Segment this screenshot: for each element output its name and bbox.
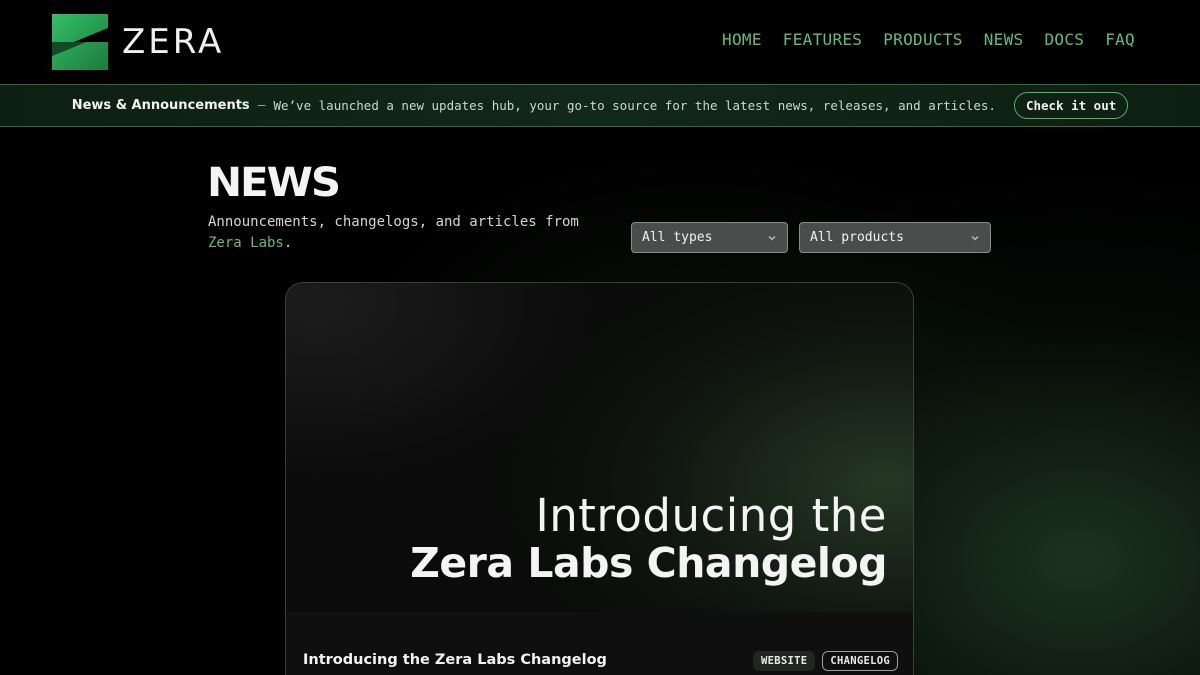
announcement-bar: News & Announcements — We’ve launched a … [0,84,1200,127]
announcement-text: We’ve launched a new updates hub, your g… [273,98,996,113]
site-header: ZERA HOME FEATURES PRODUCTS NEWS DOCS FA… [0,0,1200,84]
type-filter-value: All types [642,230,713,245]
check-it-out-button[interactable]: Check it out [1013,92,1129,119]
tag-website[interactable]: WEBSITE [753,651,816,671]
chevron-down-icon [971,235,979,240]
nav-faq[interactable]: FAQ [1105,30,1135,49]
nav-features[interactable]: FEATURES [783,30,862,49]
nav-home[interactable]: HOME [722,30,762,49]
logo[interactable]: ZERA [52,14,224,70]
announcement-separator: — [257,98,266,113]
card-title[interactable]: Introducing the Zera Labs Changelog [303,652,607,668]
chevron-down-icon [768,235,776,240]
page-subtitle: Announcements, changelogs, and articles … [208,212,608,254]
zera-labs-link[interactable]: Zera Labs [208,235,284,251]
hero-heading-line2: Zera Labs Changelog [410,539,887,587]
nav-docs[interactable]: DOCS [1044,30,1084,49]
announcement-title: News & Announcements [71,98,250,113]
card-tags: WEBSITE CHANGELOG [753,651,898,671]
hero-heading-line1: Introducing the [535,489,887,542]
nav-products[interactable]: PRODUCTS [883,30,962,49]
product-filter-value: All products [810,230,904,245]
type-filter-select[interactable]: All types [631,222,788,253]
main-nav: HOME FEATURES PRODUCTS NEWS DOCS FAQ [722,30,1135,49]
tag-changelog[interactable]: CHANGELOG [822,651,898,671]
subtitle-period: . [283,235,293,251]
subtitle-text: Announcements, changelogs, and articles … [208,214,579,230]
page-title: NEWS [207,160,341,206]
nav-news[interactable]: NEWS [984,30,1024,49]
card-footer: Introducing the Zera Labs Changelog WEBS… [286,612,913,675]
product-filter-select[interactable]: All products [799,222,991,253]
brand-name: ZERA [122,22,225,62]
featured-news-card[interactable]: Introducing the Zera Labs Changelog Intr… [285,282,914,675]
zera-logo-icon [52,14,108,70]
